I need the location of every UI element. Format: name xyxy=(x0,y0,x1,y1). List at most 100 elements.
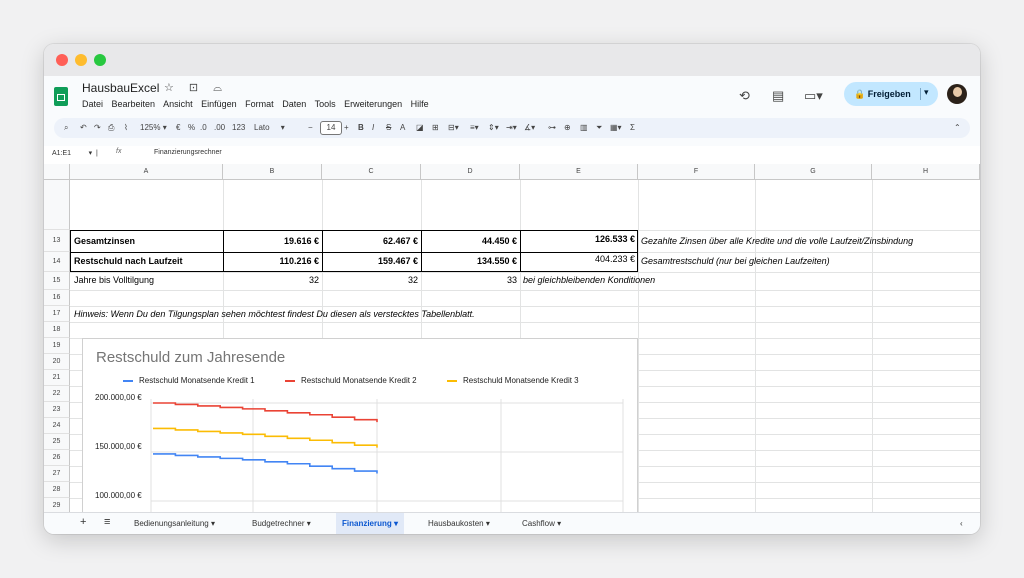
valign-icon[interactable]: ⇕▾ xyxy=(488,123,499,132)
document-title[interactable]: HausbauExcel xyxy=(82,81,159,95)
link-icon[interactable]: ⊶ xyxy=(548,123,556,132)
cell-f14[interactable]: Gesamtrestschuld (nur bei gleichen Laufz… xyxy=(641,256,830,266)
cell-b13[interactable]: 19.616 € xyxy=(226,236,319,246)
print-icon[interactable]: ⎙ xyxy=(108,123,114,133)
menu-einfuegen[interactable]: Einfügen xyxy=(201,99,237,109)
font-select[interactable]: Lato ▾ xyxy=(254,123,285,132)
column-header-h[interactable]: H xyxy=(872,164,980,180)
row-header-19[interactable]: 19 xyxy=(44,338,70,354)
row-header-29[interactable]: 29 xyxy=(44,498,70,512)
zoom-select[interactable]: 125% ▾ xyxy=(140,123,167,132)
row-header-15[interactable]: 15 xyxy=(44,272,70,290)
filter-views-icon[interactable]: ▦▾ xyxy=(610,123,622,132)
menu-erweiterungen[interactable]: Erweiterungen xyxy=(344,99,402,109)
tab-bedienungsanleitung[interactable]: Bedienungsanleitung ▾ xyxy=(128,513,221,534)
rotate-icon[interactable]: ∡▾ xyxy=(524,123,535,132)
menu-tools[interactable]: Tools xyxy=(315,99,336,109)
menu-daten[interactable]: Daten xyxy=(282,99,306,109)
all-sheets-icon[interactable]: ≡ xyxy=(98,513,116,534)
font-size-decrease[interactable]: − xyxy=(308,123,313,132)
cell-f13[interactable]: Gezahlte Zinsen über alle Kredite und di… xyxy=(641,236,913,246)
menu-format[interactable]: Format xyxy=(245,99,274,109)
merge-cells-icon[interactable]: ⊟▾ xyxy=(448,123,459,132)
maximize-window-button[interactable] xyxy=(94,54,106,66)
name-box[interactable]: A1:E1 ▾ | xyxy=(52,149,98,157)
chart[interactable]: Restschuld zum Jahresende Restschuld Mon… xyxy=(82,338,638,512)
add-sheet-button[interactable]: + xyxy=(74,513,92,534)
comment-icon[interactable]: ▤ xyxy=(772,88,784,104)
cell-a17[interactable]: Hinweis: Wenn Du den Tilgungsplan sehen … xyxy=(74,309,475,319)
italic-button[interactable]: I xyxy=(372,123,374,132)
fill-color-icon[interactable]: ◪ xyxy=(416,123,424,132)
column-header-b[interactable]: B xyxy=(223,164,322,180)
cell-d13[interactable]: 44.450 € xyxy=(424,236,517,246)
increase-decimals-button[interactable]: .00 xyxy=(214,123,225,132)
share-button[interactable]: 🔒 Freigeben ▾ xyxy=(844,82,938,106)
cell-a13[interactable]: Gesamtzinsen xyxy=(74,236,135,246)
formula-input[interactable]: Finanzierungsrechner xyxy=(154,149,222,156)
cell-e15[interactable]: bei gleichbleibenden Konditionen xyxy=(523,275,655,285)
menu-bearbeiten[interactable]: Bearbeiten xyxy=(112,99,156,109)
percent-button[interactable]: % xyxy=(188,123,195,132)
sheets-logo-icon[interactable] xyxy=(54,87,68,106)
select-all-corner[interactable] xyxy=(44,164,70,180)
spreadsheet-grid[interactable]: A B C D E F G H 13 14 15 16 17 18 19 20 … xyxy=(44,160,980,512)
row-header-16[interactable]: 16 xyxy=(44,290,70,306)
borders-icon[interactable]: ⊞ xyxy=(432,123,439,132)
row-header-18[interactable]: 18 xyxy=(44,322,70,338)
avatar[interactable] xyxy=(947,84,967,104)
decrease-decimals-button[interactable]: .0 xyxy=(200,123,207,132)
filter-icon[interactable]: ⏷ xyxy=(596,123,602,133)
chevron-down-icon[interactable]: ▾ xyxy=(924,87,929,98)
bold-button[interactable]: B xyxy=(358,123,364,132)
close-window-button[interactable] xyxy=(56,54,68,66)
wrap-icon[interactable]: ⇥▾ xyxy=(506,123,517,132)
search-icon[interactable]: ⌕ xyxy=(64,123,68,133)
cell-d15[interactable]: 33 xyxy=(424,275,517,285)
undo-icon[interactable]: ↶ xyxy=(80,123,87,132)
chart-icon[interactable]: ▥ xyxy=(580,123,588,132)
cell-b14[interactable]: 110.216 € xyxy=(226,256,319,266)
tab-cashflow[interactable]: Cashflow ▾ xyxy=(516,513,567,534)
scroll-tabs-left-icon[interactable]: ‹ xyxy=(954,513,969,534)
tab-hausbaukosten[interactable]: Hausbaukosten ▾ xyxy=(422,513,496,534)
menu-ansicht[interactable]: Ansicht xyxy=(163,99,193,109)
number-format-button[interactable]: 123 xyxy=(232,123,245,132)
menu-datei[interactable]: Datei xyxy=(82,99,103,109)
cell-a14[interactable]: Restschuld nach Laufzeit xyxy=(74,256,183,266)
redo-icon[interactable]: ↷ xyxy=(94,123,101,132)
column-header-a[interactable]: A xyxy=(70,164,223,180)
cell-e14[interactable]: 404.233 € xyxy=(523,254,635,264)
strikethrough-button[interactable]: S xyxy=(386,123,391,132)
row-header-26[interactable]: 26 xyxy=(44,450,70,466)
cell-c13[interactable]: 62.467 € xyxy=(325,236,418,246)
row-header-23[interactable]: 23 xyxy=(44,402,70,418)
cell-c15[interactable]: 32 xyxy=(325,275,418,285)
column-header-c[interactable]: C xyxy=(322,164,421,180)
row-header-20[interactable]: 20 xyxy=(44,354,70,370)
cell-b15[interactable]: 32 xyxy=(226,275,319,285)
align-icon[interactable]: ≡▾ xyxy=(470,123,479,132)
cell-e13[interactable]: 126.533 € xyxy=(523,234,635,244)
row-header-22[interactable]: 22 xyxy=(44,386,70,402)
row-header-14[interactable]: 14 xyxy=(44,252,70,272)
paint-format-icon[interactable]: ⌇ xyxy=(124,123,128,132)
tab-budgetrechner[interactable]: Budgetrechner ▾ xyxy=(246,513,317,534)
collapse-toolbar-icon[interactable]: ⌃ xyxy=(954,123,961,132)
history-icon[interactable]: ⟲ xyxy=(739,88,750,104)
cell-a15[interactable]: Jahre bis Volltilgung xyxy=(74,275,154,285)
column-header-d[interactable]: D xyxy=(421,164,520,180)
currency-button[interactable]: € xyxy=(176,123,180,132)
row-header-24[interactable]: 24 xyxy=(44,418,70,434)
cell-d14[interactable]: 134.550 € xyxy=(424,256,517,266)
video-icon[interactable]: ▭▾ xyxy=(804,88,823,104)
title-icons[interactable]: ☆ ⊡ ⌓ xyxy=(164,81,228,95)
comment-add-icon[interactable]: ⊕ xyxy=(564,123,571,132)
column-header-f[interactable]: F xyxy=(638,164,755,180)
functions-button[interactable]: Σ xyxy=(630,123,635,132)
column-header-e[interactable]: E xyxy=(520,164,638,180)
cell-c14[interactable]: 159.467 € xyxy=(325,256,418,266)
row-header-21[interactable]: 21 xyxy=(44,370,70,386)
column-header-g[interactable]: G xyxy=(755,164,872,180)
row-header-13[interactable]: 13 xyxy=(44,230,70,252)
